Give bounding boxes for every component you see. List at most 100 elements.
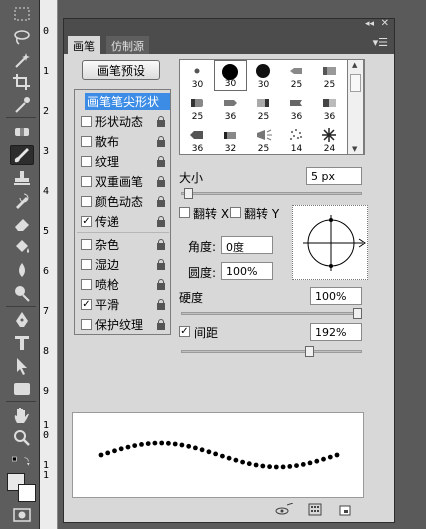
angle-input[interactable]: 0度 (221, 236, 273, 254)
option-brush-tip-shape[interactable]: 画笔笔尖形状 (75, 91, 170, 111)
option-checkbox[interactable] (81, 175, 92, 187)
brush-tip-scrollbar[interactable]: ▲ ▼ (347, 59, 364, 155)
spacing-slider-track[interactable] (181, 350, 362, 353)
brush-grid-icon[interactable] (308, 503, 322, 517)
brush-tip[interactable]: 36 (181, 124, 214, 154)
spacing-slider-thumb[interactable] (304, 346, 314, 357)
crop-tool-icon[interactable] (10, 72, 34, 92)
brush-tip[interactable]: 25 (247, 92, 280, 123)
lock-icon[interactable] (156, 215, 166, 227)
option-color-dynamics[interactable]: 颜色动态 (75, 191, 170, 211)
option-checkbox[interactable] (81, 318, 92, 330)
brush-tip[interactable]: 36 (214, 92, 247, 123)
brush-tip[interactable]: 30 (181, 60, 214, 91)
flip-x-checkbox[interactable] (179, 207, 190, 218)
spacing-checkbox[interactable]: ✓ (179, 326, 190, 337)
background-color-swatch[interactable] (18, 484, 36, 502)
scroll-up-icon[interactable]: ▲ (352, 61, 357, 69)
option-shape-dynamics[interactable]: 形状动态 (75, 111, 170, 131)
option-protect-texture[interactable]: 保护纹理 (75, 314, 170, 334)
option-transfer[interactable]: ✓ 传递 (75, 211, 170, 231)
brush-tool-icon[interactable] (10, 145, 34, 165)
option-checkbox[interactable] (81, 238, 92, 250)
size-slider-thumb[interactable] (184, 188, 194, 199)
option-wet-edges[interactable]: 湿边 (75, 254, 170, 274)
brush-tip[interactable]: 14 (280, 124, 313, 154)
eyedropper-tool-icon[interactable] (10, 95, 34, 115)
lock-icon[interactable] (156, 318, 166, 330)
new-brush-preset-icon[interactable] (338, 503, 352, 517)
size-input[interactable]: 5 px (306, 167, 362, 185)
option-dual-brush[interactable]: 双重画笔 (75, 171, 170, 191)
collapse-panel-icon[interactable]: ◂◂ (365, 19, 374, 29)
eraser-tool-icon[interactable] (10, 214, 34, 234)
option-airbrush[interactable]: 喷枪 (75, 274, 170, 294)
tab-clone-source[interactable]: 仿制源 (106, 36, 149, 54)
brush-presets-button[interactable]: 画笔预设 (82, 60, 160, 80)
blur-tool-icon[interactable] (10, 260, 34, 280)
dodge-tool-icon[interactable] (10, 283, 34, 303)
marquee-tool-icon[interactable] (10, 4, 34, 24)
lock-icon[interactable] (156, 115, 166, 127)
brush-tip[interactable]: 25 (247, 124, 280, 154)
paint-bucket-tool-icon[interactable] (10, 237, 34, 257)
hardness-input[interactable]: 100% (310, 287, 362, 305)
brush-tip[interactable]: 30 (247, 60, 280, 91)
close-panel-icon[interactable]: ✕ (381, 18, 389, 29)
option-noise[interactable]: 杂色 (75, 234, 170, 254)
panel-menu-icon[interactable]: ▾☰ (373, 36, 388, 49)
flip-y-checkbox[interactable] (230, 207, 241, 218)
lock-icon[interactable] (156, 298, 166, 310)
lock-icon[interactable] (156, 135, 166, 147)
scroll-down-icon[interactable]: ▼ (352, 145, 357, 153)
option-checkbox[interactable]: ✓ (81, 215, 92, 227)
lasso-tool-icon[interactable] (10, 27, 34, 47)
option-scattering[interactable]: 散布 (75, 131, 170, 151)
scroll-thumb[interactable] (350, 74, 361, 92)
quick-mask-icon[interactable] (10, 505, 34, 525)
roundness-input[interactable]: 100% (221, 262, 273, 280)
option-checkbox[interactable] (81, 135, 92, 147)
pen-tool-icon[interactable] (10, 310, 34, 330)
toggle-live-tip-preview-icon[interactable] (274, 502, 294, 517)
path-selection-tool-icon[interactable] (10, 356, 34, 376)
lock-icon[interactable] (156, 195, 166, 207)
option-texture[interactable]: 纹理 (75, 151, 170, 171)
lock-icon[interactable] (156, 155, 166, 167)
lock-icon[interactable] (156, 238, 166, 250)
lock-icon[interactable] (156, 278, 166, 290)
option-checkbox[interactable] (81, 258, 92, 270)
hand-tool-icon[interactable] (10, 405, 34, 425)
default-colors-icon[interactable] (6, 451, 36, 471)
brush-tip[interactable]: 25 (181, 92, 214, 123)
panel-title-bar[interactable]: ◂◂ ✕ (64, 18, 394, 32)
brush-tip[interactable]: 25 (313, 60, 346, 91)
lock-icon[interactable] (156, 175, 166, 187)
brush-tip[interactable]: 36 (280, 92, 313, 123)
rectangle-tool-icon[interactable] (10, 379, 34, 399)
history-brush-tool-icon[interactable] (10, 191, 34, 211)
type-tool-icon[interactable] (10, 333, 34, 353)
brush-tip[interactable]: 36 (313, 92, 346, 123)
brush-tip[interactable]: 32 (214, 124, 247, 154)
lock-icon[interactable] (156, 258, 166, 270)
option-checkbox[interactable] (81, 195, 92, 207)
magic-wand-tool-icon[interactable] (10, 50, 34, 70)
brush-tip-selected[interactable]: 30 (214, 60, 247, 91)
option-checkbox[interactable] (81, 278, 92, 290)
option-checkbox[interactable] (81, 115, 92, 127)
option-checkbox[interactable]: ✓ (81, 298, 92, 310)
zoom-tool-icon[interactable] (10, 428, 34, 448)
healing-brush-tool-icon[interactable] (10, 122, 34, 142)
brush-tip[interactable]: 25 (280, 60, 313, 91)
clone-stamp-tool-icon[interactable] (10, 168, 34, 188)
spacing-input[interactable]: 192% (310, 323, 362, 341)
option-checkbox[interactable] (81, 155, 92, 167)
angle-roundness-preview[interactable] (292, 205, 368, 280)
size-slider-track[interactable] (181, 192, 362, 195)
hardness-slider-thumb[interactable] (353, 308, 362, 319)
brush-tip[interactable]: 24 (313, 124, 346, 154)
hardness-slider-track[interactable] (181, 312, 362, 315)
tab-brush[interactable]: 画笔 (68, 36, 100, 54)
option-smoothing[interactable]: ✓ 平滑 (75, 294, 170, 314)
